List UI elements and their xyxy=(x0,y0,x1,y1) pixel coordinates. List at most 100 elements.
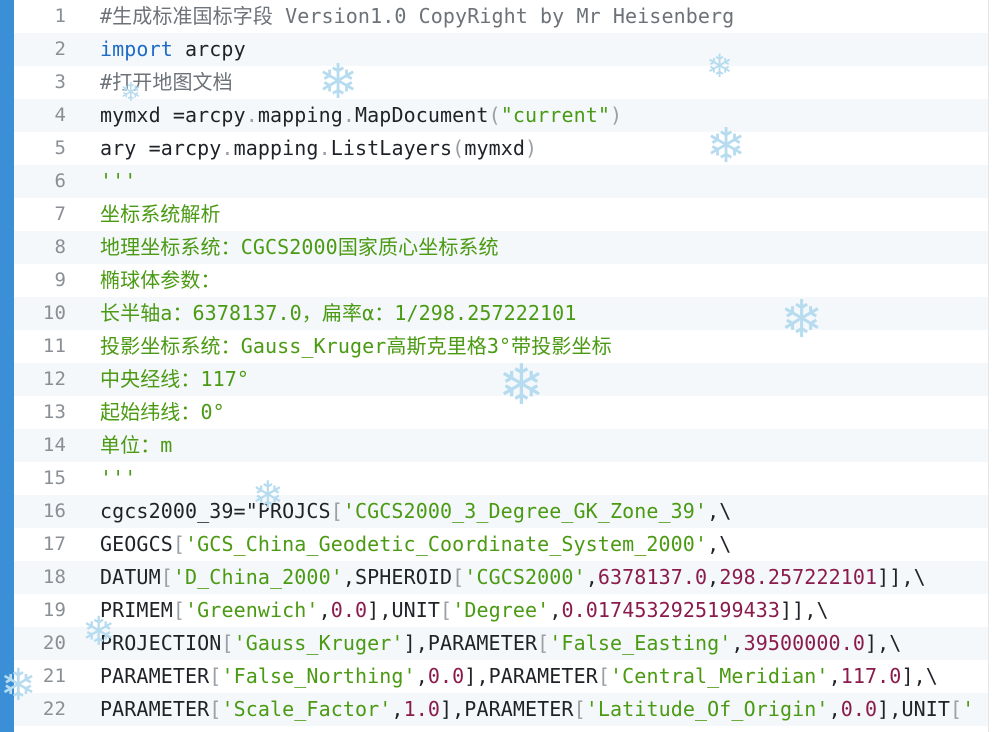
code-token: import xyxy=(100,37,173,61)
code-token: ],PARAMETER xyxy=(464,664,598,688)
line-code: PRIMEM['Greenwich',0.0],UNIT['Degree',0.… xyxy=(66,594,829,627)
code-token: [ xyxy=(440,598,453,622)
code-token: 1.0 xyxy=(403,697,441,721)
code-token: [ xyxy=(209,664,222,688)
code-line[interactable]: 13 起始纬线：0° xyxy=(14,396,988,429)
code-line[interactable]: 18 DATUM['D_China_2000',SPHEROID['CGCS200… xyxy=(14,561,988,594)
code-token: , xyxy=(549,598,562,622)
code-token: ],UNIT xyxy=(367,598,441,622)
code-line[interactable]: 3 #打开地图文档 xyxy=(14,66,988,99)
code-token: ( xyxy=(452,136,465,160)
code-token: [ xyxy=(537,631,550,655)
line-code: DATUM['D_China_2000',SPHEROID['CGCS2000'… xyxy=(66,561,926,594)
code-line[interactable]: 4 mymxd =arcpy.mapping.MapDocument("curre… xyxy=(14,99,988,132)
line-number: 22 xyxy=(42,698,66,720)
line-number: 4 xyxy=(54,104,66,126)
code-token: PRIMEM xyxy=(100,598,173,622)
code-token: 'CGCS2000_3_Degree_GK_Zone_39' xyxy=(342,499,708,523)
line-code: 长半轴a：6378137.0，扁率α：1/298.257222101 xyxy=(66,297,576,330)
code-token: , xyxy=(415,664,428,688)
code-token: 298.257222101 xyxy=(719,565,878,589)
code-line[interactable]: 21 PARAMETER['False_Northing',0.0],PARAME… xyxy=(14,660,988,693)
code-line[interactable]: 10 长半轴a：6378137.0，扁率α：1/298.257222101 xyxy=(14,297,988,330)
code-token: 投影坐标系统：Gauss_Kruger高斯克里格3°带投影坐标 xyxy=(100,334,612,358)
code-token: 39500000.0 xyxy=(743,631,865,655)
code-token: 'D_China_2000' xyxy=(172,565,343,589)
code-line[interactable]: 12 中央经线：117° xyxy=(14,363,988,396)
line-code: PROJECTION['Gauss_Kruger'],PARAMETER['Fa… xyxy=(66,627,901,660)
code-token: ''' xyxy=(100,466,137,490)
line-code: ary =arcpy.mapping.ListLayers(mymxd) xyxy=(66,132,537,165)
line-number: 2 xyxy=(54,38,66,60)
line-number: 14 xyxy=(42,434,66,456)
code-token: 0.0 xyxy=(840,697,878,721)
code-token: , xyxy=(828,697,841,721)
line-code: #生成标准国标字段 Version1.0 CopyRight by Mr Hei… xyxy=(66,0,734,33)
code-token: 地理坐标系统：CGCS2000国家质心坐标系统 xyxy=(100,235,499,259)
code-token: #打开地图文档 xyxy=(100,70,233,94)
code-line[interactable]: 22 PARAMETER['Scale_Factor',1.0],PARAMETE… xyxy=(14,693,988,726)
code-line[interactable]: 1 #生成标准国标字段 Version1.0 CopyRight by Mr He… xyxy=(14,0,988,33)
line-number: 20 xyxy=(42,632,66,654)
code-line[interactable]: 17 GEOGCS['GCS_China_Geodetic_Coordinate_… xyxy=(14,528,988,561)
line-number: 10 xyxy=(42,302,66,324)
line-code: ''' xyxy=(66,165,136,198)
code-token: ,SPHEROID xyxy=(342,565,453,589)
code-line[interactable]: 2 import arcpy xyxy=(14,33,988,66)
code-line[interactable]: 7 坐标系统解析 xyxy=(14,198,988,231)
line-code: #打开地图文档 xyxy=(66,66,233,99)
code-token: [ xyxy=(597,664,611,688)
code-token: mapping xyxy=(233,136,319,160)
code-line[interactable]: 15 ''' xyxy=(14,462,988,495)
line-code: 单位：m xyxy=(66,429,172,462)
code-token: 'Greenwich' xyxy=(185,598,319,622)
line-number: 7 xyxy=(54,203,66,225)
line-number: 17 xyxy=(42,533,66,555)
line-code: 起始纬线：0° xyxy=(66,396,225,429)
code-token: ) xyxy=(525,136,538,160)
code-token: ,\ xyxy=(707,532,732,556)
code-token: ],UNIT xyxy=(877,697,951,721)
code-token: ary =arcpy xyxy=(100,136,222,160)
line-number: 1 xyxy=(54,5,66,27)
code-token: GEOGCS xyxy=(100,532,173,556)
code-token: 'False_Easting' xyxy=(549,631,732,655)
code-token: mapping xyxy=(257,103,343,127)
code-line[interactable]: 16 cgcs2000_39="PROJCS['CGCS2000_3_Degree… xyxy=(14,495,988,528)
line-code: GEOGCS['GCS_China_Geodetic_Coordinate_Sy… xyxy=(66,528,731,561)
code-line[interactable]: 11 投影坐标系统：Gauss_Kruger高斯克里格3°带投影坐标 xyxy=(14,330,988,363)
code-token: 'False_Northing' xyxy=(221,664,416,688)
code-token: 'Scale_Factor' xyxy=(221,697,392,721)
code-token: [ xyxy=(221,631,234,655)
code-token: 长半轴a：6378137.0，扁率α：1/298.257222101 xyxy=(100,301,577,325)
code-token: [ xyxy=(209,697,222,721)
line-code: cgcs2000_39="PROJCS['CGCS2000_3_Degree_G… xyxy=(66,495,731,528)
line-number: 8 xyxy=(54,236,66,258)
code-token: arcpy xyxy=(172,37,246,61)
line-code: 椭球体参数： xyxy=(66,264,221,297)
code-line[interactable]: 8 地理坐标系统：CGCS2000国家质心坐标系统 xyxy=(14,231,988,264)
line-code: 地理坐标系统：CGCS2000国家质心坐标系统 xyxy=(66,231,499,264)
code-line[interactable]: 5 ary =arcpy.mapping.ListLayers(mymxd) xyxy=(14,132,988,165)
line-code: ''' xyxy=(66,462,136,495)
line-code: import arcpy xyxy=(66,33,246,66)
code-token: ]],\ xyxy=(877,565,926,589)
code-line[interactable]: 20 PROJECTION['Gauss_Kruger'],PARAMETER['… xyxy=(14,627,988,660)
code-token: . xyxy=(342,103,356,127)
code-token: ],PARAMETER xyxy=(403,631,538,655)
code-token: [ xyxy=(160,565,173,589)
code-line[interactable]: 14 单位：m xyxy=(14,429,988,462)
code-line[interactable]: 6 ''' xyxy=(14,165,988,198)
code-token: ' xyxy=(962,697,975,721)
code-line[interactable]: 9 椭球体参数： xyxy=(14,264,988,297)
line-number: 19 xyxy=(42,599,66,621)
left-accent-bar xyxy=(0,0,14,732)
code-token: ) xyxy=(610,103,623,127)
code-token: PARAMETER xyxy=(100,697,210,721)
code-token: . xyxy=(245,103,258,127)
line-code: PARAMETER['False_Northing',0.0],PARAMETE… xyxy=(66,660,938,693)
code-token: 起始纬线：0° xyxy=(100,400,225,424)
code-line[interactable]: 19 PRIMEM['Greenwich',0.0],UNIT['Degree',… xyxy=(14,594,988,627)
code-editor[interactable]: 1 #生成标准国标字段 Version1.0 CopyRight by Mr He… xyxy=(14,0,989,732)
code-token: [ xyxy=(172,598,186,622)
